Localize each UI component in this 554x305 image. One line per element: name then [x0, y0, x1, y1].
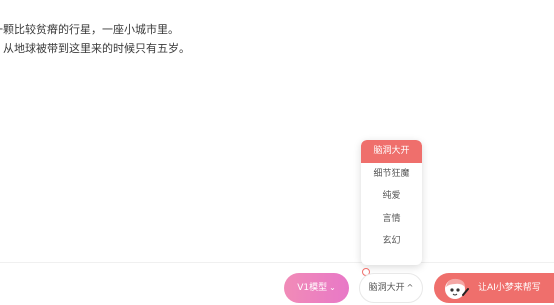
style-option[interactable]: 言情	[361, 208, 422, 231]
style-select-label: 脑洞大开	[368, 283, 405, 293]
story-editor[interactable]: 一颗比较贫瘠的行星，一座小城市里。 ，从地球被带到这里来的时候只有五岁。	[0, 20, 554, 58]
story-line: ，从地球被带到这里来的时候只有五岁。	[0, 42, 190, 55]
chevron-down-icon: ⌄	[329, 283, 336, 292]
chevron-up-icon: ^	[406, 283, 414, 292]
style-option-selected[interactable]: 脑洞大开	[361, 140, 422, 163]
ai-help-write-label: 让AI小梦来帮写	[478, 283, 541, 293]
style-option[interactable]: 细节狂魔	[361, 163, 422, 186]
story-line: 一颗比较贫瘠的行星，一座小城市里。	[0, 23, 179, 36]
style-dropdown-menu: 脑洞大开 细节狂魔 纯爱 言情 玄幻	[361, 140, 422, 265]
mascot-icon	[445, 278, 469, 299]
model-select-button[interactable]: V1模型 ⌄	[284, 273, 349, 303]
style-option[interactable]: 玄幻	[361, 230, 422, 253]
style-select-button[interactable]: 脑洞大开 ^	[359, 273, 423, 303]
toolbar-divider	[0, 262, 554, 263]
ai-help-write-button[interactable]: 让AI小梦来帮写	[434, 273, 554, 303]
model-select-label: V1模型	[297, 283, 328, 293]
style-option[interactable]: 纯爱	[361, 185, 422, 208]
